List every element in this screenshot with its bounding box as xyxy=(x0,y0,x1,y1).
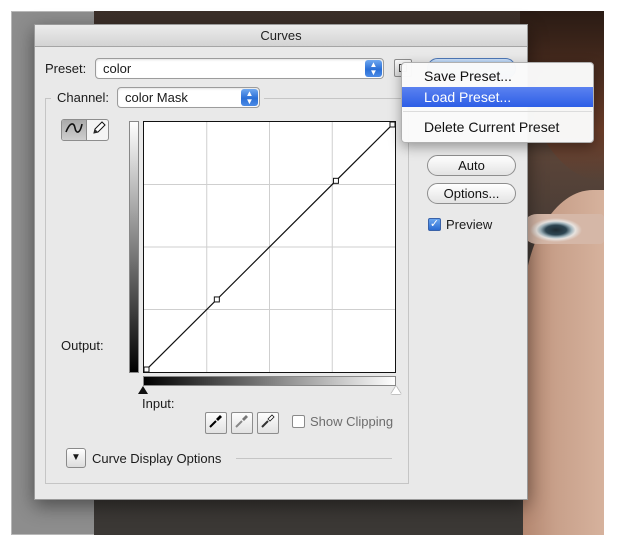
show-clipping-label: Show Clipping xyxy=(310,414,394,429)
curve-display-options-label: Curve Display Options xyxy=(92,451,222,466)
preset-menu: Save Preset... Load Preset... Delete Cur… xyxy=(401,62,594,143)
output-label: Output: xyxy=(61,338,104,353)
curve-control-point-2[interactable] xyxy=(332,177,339,184)
select-arrows-icon: ▲ ▼ xyxy=(365,60,382,77)
curve-graph[interactable] xyxy=(143,121,396,373)
preview-label: Preview xyxy=(446,217,493,232)
eyedropper-white-icon[interactable] xyxy=(257,412,279,434)
white-point-slider[interactable] xyxy=(391,386,401,394)
preview-checkbox[interactable]: ✓ xyxy=(428,218,441,231)
group-border-right xyxy=(408,98,409,483)
options-divider xyxy=(236,458,392,459)
menu-separator xyxy=(403,111,592,112)
channel-select[interactable]: color Mask ▲ ▼ xyxy=(117,87,260,108)
group-border-bottom xyxy=(45,483,409,484)
input-label: Input: xyxy=(142,396,175,411)
menu-item-delete-preset[interactable]: Delete Current Preset xyxy=(402,117,593,137)
select-arrows-icon: ▲ ▼ xyxy=(241,89,258,106)
curve-control-point-3[interactable] xyxy=(389,121,396,128)
eyedropper-gray-icon[interactable] xyxy=(231,412,253,434)
curve-control-point-1[interactable] xyxy=(213,296,220,303)
preset-label: Preset: xyxy=(45,61,87,76)
pencil-icon[interactable] xyxy=(86,120,108,140)
channel-group-border-right xyxy=(264,98,409,99)
eyedropper-black-icon[interactable] xyxy=(205,412,227,434)
preset-value: color xyxy=(103,61,132,76)
show-clipping-checkbox[interactable] xyxy=(292,415,305,428)
menu-item-load-preset[interactable]: Load Preset... xyxy=(402,87,593,107)
group-border-left xyxy=(45,98,46,483)
curve-tool-group xyxy=(61,119,109,141)
auto-button[interactable]: Auto xyxy=(427,155,516,176)
options-button[interactable]: Options... xyxy=(427,183,516,204)
black-point-slider[interactable] xyxy=(138,386,148,394)
photo-eye xyxy=(522,214,604,244)
output-gradient xyxy=(129,121,139,373)
menu-item-save-preset[interactable]: Save Preset... xyxy=(402,66,593,86)
dialog-title: Curves xyxy=(35,25,527,47)
input-gradient xyxy=(143,376,396,386)
curve-canvas[interactable] xyxy=(143,121,396,373)
channel-label: Channel: xyxy=(57,90,110,105)
curve-tool-icon[interactable] xyxy=(62,120,86,140)
preset-select[interactable]: color ▲ ▼ xyxy=(95,58,384,79)
curve-control-point-0[interactable] xyxy=(143,366,150,373)
curve-display-options-toggle[interactable]: ▼ xyxy=(66,448,86,468)
channel-value: color Mask xyxy=(125,90,188,105)
